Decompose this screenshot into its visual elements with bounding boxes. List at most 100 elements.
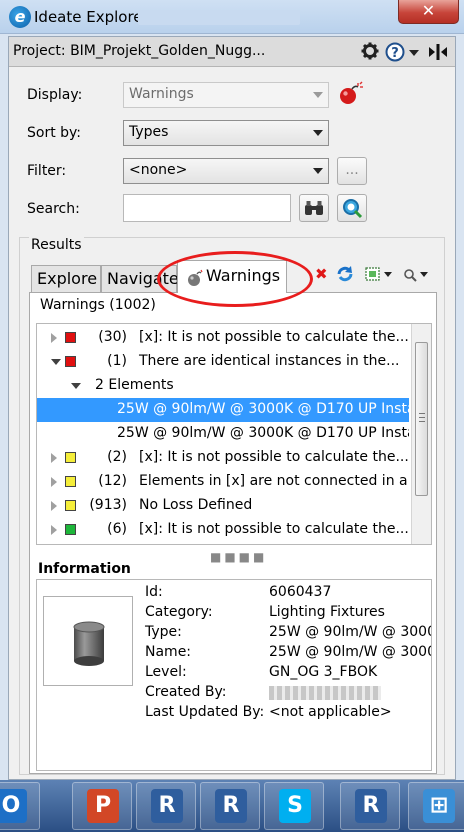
taskbar-app-button[interactable]: S (264, 782, 324, 830)
tree-row[interactable]: (12) Elements in [x] are not connected in… (37, 470, 409, 494)
splitter-handle[interactable]: ■■■■ (210, 550, 267, 564)
tree-row[interactable]: (913) No Loss Defined (37, 494, 409, 518)
bomb-icon[interactable] (337, 81, 363, 107)
sortby-label: Sort by: (27, 125, 82, 141)
help-icon[interactable]: ? (384, 42, 406, 62)
tree-row[interactable]: (1) There are identical instances in the.… (37, 350, 409, 374)
info-field-label: Type: (145, 624, 182, 640)
grip-line (419, 421, 425, 423)
tree-expand-icon[interactable] (51, 333, 57, 343)
tab-explore[interactable]: Explore (31, 265, 101, 293)
window-title-bar[interactable]: e Ideate Explorer ✕ (0, 0, 464, 34)
warnings-tab-panel: Warnings (1002) (30) [x]: It is not possi… (29, 292, 437, 774)
taskbar-app-button[interactable]: ⊞ (408, 782, 464, 830)
svg-text:?: ? (391, 46, 399, 61)
tree-row-label: 2 Elements (95, 377, 174, 393)
tree-expand-icon[interactable] (51, 453, 57, 463)
chevron-down-icon (313, 168, 323, 174)
search-input[interactable] (123, 194, 291, 222)
taskbar-app-button[interactable]: R (200, 782, 260, 830)
filter-select[interactable]: <none> (123, 158, 329, 184)
tree-row[interactable]: 25W @ 90lm/W @ 3000K @ D170 UP Instan (37, 398, 409, 422)
filter-more-button[interactable]: ... (337, 157, 367, 185)
dock-icon[interactable] (425, 42, 451, 62)
tree-row-count: (1) (107, 353, 127, 369)
info-field-value: 6060437 (269, 584, 332, 600)
info-field-label: Category: (145, 604, 213, 620)
help-dropdown-chevron-icon[interactable] (408, 42, 420, 62)
element-thumbnail (43, 596, 133, 686)
tree-row[interactable]: (6) [x]: It is not possible to calculate … (37, 518, 409, 542)
info-field-label: Last Updated By: (145, 704, 265, 720)
gear-icon[interactable] (360, 42, 380, 62)
red-x-icon[interactable]: ✖ (315, 267, 329, 282)
info-field-value: <not applicable> (269, 704, 392, 720)
display-select[interactable]: Warnings (123, 82, 329, 108)
chevron-down-icon (313, 92, 323, 98)
search-label: Search: (27, 201, 80, 217)
warnings-count-header: Warnings (1002) (40, 297, 156, 313)
tree-expand-icon[interactable] (51, 477, 57, 487)
taskbar-app-icon: P (87, 789, 119, 823)
binoculars-search-button[interactable] (299, 194, 329, 222)
taskbar-app-button[interactable]: R (136, 782, 196, 830)
taskbar-app-icon: S (279, 789, 311, 823)
tree-row-label: 25W @ 90lm/W @ 3000K @ D170 UP Instan (117, 401, 409, 417)
grip-line (419, 413, 425, 415)
display-select-value: Warnings (129, 86, 194, 102)
taskbar-app-button[interactable]: O (0, 782, 40, 830)
tree-row-count: (30) (98, 329, 127, 345)
grip-line (419, 417, 425, 419)
tree-collapse-icon[interactable] (71, 383, 81, 389)
select-options-button[interactable] (365, 265, 397, 283)
info-field-label: Name: (145, 644, 192, 660)
taskbar-app-icon: R (151, 789, 183, 823)
results-label: Results (29, 237, 84, 253)
close-window-button[interactable]: ✕ (398, 0, 459, 24)
created-by-redacted-value (269, 686, 381, 700)
zoom-options-button[interactable] (401, 265, 433, 283)
info-field-label: Id: (145, 584, 163, 600)
information-panel: Id: 6060437 Category: Lighting Fixtures Type… (36, 579, 432, 771)
sortby-select[interactable]: Types (123, 120, 329, 146)
binoculars-icon (305, 201, 323, 215)
taskbar-app-button[interactable]: R (340, 782, 400, 830)
tree-row-label: [x]: It is not possible to calculate the… (139, 329, 409, 345)
tree-row[interactable]: (2) [x]: It is not possible to calculate … (37, 446, 409, 470)
taskbar: O P R R S R ⊞ (0, 780, 464, 832)
tree-row[interactable]: (30) [x]: It is not possible to calculate… (37, 326, 409, 350)
window-title: Ideate Explorer (34, 8, 149, 26)
warnings-tree-scrollbar[interactable] (411, 324, 431, 544)
filter-select-value: <none> (129, 162, 188, 178)
tree-row[interactable]: 25W @ 90lm/W @ 3000K @ D170 UP Instan (37, 422, 409, 446)
tree-row-label: [x]: It is not possible to calculate the… (139, 449, 409, 465)
tree-row-count: (6) (107, 521, 127, 537)
info-field-value: 25W @ 90lm/W @ 3000K (269, 624, 431, 640)
tree-expand-icon[interactable] (51, 501, 57, 511)
warnings-tree[interactable]: (30) [x]: It is not possible to calculate… (36, 323, 432, 545)
cylinder-icon (73, 621, 105, 666)
tree-row[interactable]: 2 Elements (37, 374, 409, 398)
explorer-panel: Project: BIM_Projekt_Golden_Nugg... ? Di… (8, 36, 456, 780)
scrollbar-thumb[interactable] (415, 342, 428, 496)
tree-expand-icon[interactable] (51, 525, 57, 535)
tree-row-label: Elements in [x] are not connected in a..… (139, 473, 409, 489)
taskbar-app-button[interactable]: P (72, 782, 132, 830)
tree-row-label: [x]: It is not possible to calculate the… (139, 521, 409, 537)
project-label: Project: BIM_Projekt_Golden_Nugg... (13, 43, 266, 59)
taskbar-app-icon: O (0, 789, 27, 823)
info-field-label: Created By: (145, 684, 227, 700)
quick-search-button[interactable] (337, 194, 367, 222)
filter-label: Filter: (27, 163, 67, 179)
tree-collapse-icon[interactable] (51, 359, 61, 365)
search-q-icon (343, 199, 363, 219)
tree-row-label: 25W @ 90lm/W @ 3000K @ D170 UP Instan (117, 425, 409, 441)
refresh-icon[interactable] (336, 265, 354, 283)
tree-row-count: (12) (98, 473, 127, 489)
tree-row-count: (2) (107, 449, 127, 465)
taskbar-app-icon: R (215, 789, 247, 823)
info-field-value: 25W @ 90lm/W @ 3000K (269, 644, 431, 660)
display-label: Display: (27, 87, 83, 103)
annotation-circle (157, 251, 313, 307)
info-field-value: Lighting Fixtures (269, 604, 385, 620)
